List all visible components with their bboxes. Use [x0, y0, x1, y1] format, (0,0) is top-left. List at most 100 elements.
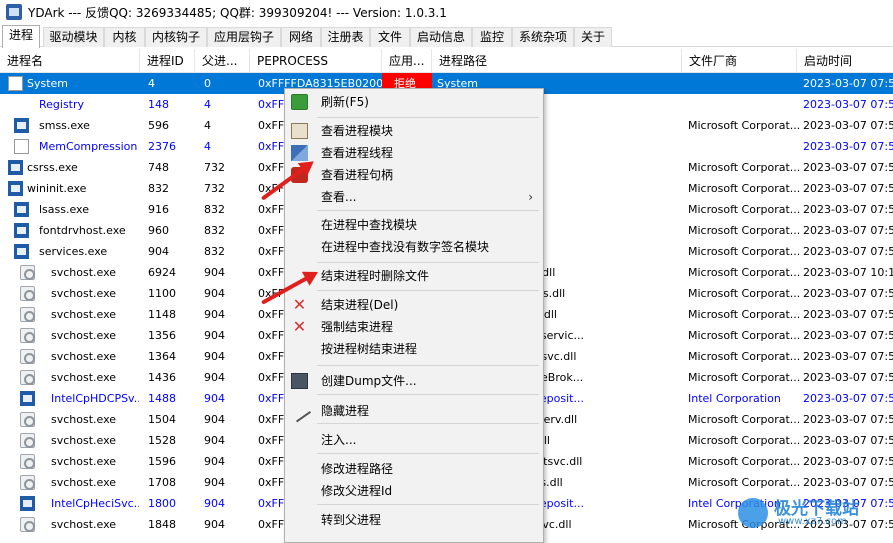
cell-pid: 916 — [148, 203, 169, 216]
menu-item-label: 在进程中查找模块 — [321, 218, 418, 232]
cell-name: services.exe — [39, 245, 108, 258]
cell-pid: 1356 — [148, 329, 176, 342]
menu-separator — [317, 504, 539, 505]
menu-item-15[interactable]: 修改父进程Id — [285, 480, 543, 502]
menu-item-label: 隐藏进程 — [321, 404, 370, 418]
watermark-logo-icon — [738, 498, 768, 528]
cell-name: System — [27, 77, 69, 90]
tab-kernel[interactable]: 内核 — [104, 27, 145, 47]
doc-icon — [14, 139, 29, 154]
cell-time: 2023-03-07 07:56: — [803, 98, 893, 111]
cell-name: svchost.exe — [51, 329, 117, 342]
col-access[interactable]: 应用... — [382, 49, 432, 73]
tab-file[interactable]: 文件 — [370, 27, 410, 47]
cell-ppid: 832 — [204, 245, 225, 258]
cell-time: 2023-03-07 10:18: — [803, 266, 893, 279]
cell-time: 2023-03-07 07:56: — [803, 434, 893, 447]
exe-icon — [8, 181, 23, 196]
exe-icon — [14, 202, 29, 217]
cell-ppid: 904 — [204, 329, 225, 342]
menu-separator — [317, 423, 539, 424]
cell-pid: 2376 — [148, 140, 176, 153]
cell-time: 2023-03-07 07:56: — [803, 224, 893, 237]
cell-name: lsass.exe — [39, 203, 89, 216]
menu-item-2[interactable]: 查看进程线程 — [285, 142, 543, 164]
menu-item-14[interactable]: 修改进程路径 — [285, 458, 543, 480]
cell-time: 2023-03-07 07:56: — [803, 308, 893, 321]
menu-separator — [317, 365, 539, 366]
cell-time: 2023-03-07 07:56: — [803, 182, 893, 195]
service-icon — [20, 454, 35, 469]
menu-item-1[interactable]: 查看进程模块 — [285, 120, 543, 142]
tab-network[interactable]: 网络 — [281, 27, 321, 47]
cell-pid: 1848 — [148, 518, 176, 531]
col-vendor[interactable]: 文件厂商 — [682, 49, 797, 73]
cell-ppid: 0 — [204, 77, 211, 90]
cell-ppid: 904 — [204, 308, 225, 321]
cell-name: IntelCpHDCPSv... — [51, 392, 139, 405]
menu-separator — [317, 117, 539, 118]
cell-vendor: Microsoft Corporat... — [688, 329, 801, 342]
col-ppid[interactable]: 父进... — [195, 49, 250, 73]
cell-ppid: 904 — [204, 350, 225, 363]
cell-vendor: Microsoft Corporat... — [688, 287, 801, 300]
cell-ppid: 904 — [204, 266, 225, 279]
tab-driver-modules[interactable]: 驱动模块 — [43, 27, 104, 47]
cell-time: 2023-03-07 07:56: — [803, 287, 893, 300]
tab-registry[interactable]: 注册表 — [321, 27, 370, 47]
menu-item-6[interactable]: 在进程中查找没有数字签名模块 — [285, 236, 543, 258]
menu-item-0[interactable]: 刷新(F5) — [285, 91, 543, 113]
cell-ppid: 732 — [204, 182, 225, 195]
menu-item-13[interactable]: 注入... — [285, 429, 543, 451]
cell-ppid: 904 — [204, 371, 225, 384]
cell-vendor: Microsoft Corporat... — [688, 224, 801, 237]
tab-monitor[interactable]: 监控 — [472, 27, 512, 47]
tab-kernel-hooks[interactable]: 内核钩子 — [145, 27, 207, 47]
cell-vendor: Microsoft Corporat... — [688, 182, 801, 195]
cell-time: 2023-03-07 07:56: — [803, 203, 893, 216]
app-logo-icon — [6, 4, 22, 20]
tab-process[interactable]: 进程 — [2, 25, 40, 48]
menu-item-3[interactable]: 查看进程句柄 — [285, 164, 543, 186]
context-menu: 刷新(F5) 查看进程模块 查看进程线程 查看进程句柄 查看... › 在进程中查找模块在进… — [284, 88, 544, 543]
service-icon — [20, 328, 35, 343]
tab-about[interactable]: 关于 — [574, 27, 612, 47]
cell-pid: 6924 — [148, 266, 176, 279]
col-start-time[interactable]: 启动时间 — [797, 49, 893, 73]
menu-item-4[interactable]: 查看... › — [285, 186, 543, 208]
menu-item-12[interactable]: 隐藏进程 — [285, 399, 543, 423]
cell-time: 2023-03-07 07:56: — [803, 140, 893, 153]
col-pid[interactable]: 进程ID — [140, 49, 195, 73]
col-path[interactable]: 进程路径 — [432, 49, 682, 73]
tab-app-hooks[interactable]: 应用层钩子 — [207, 27, 281, 47]
cell-vendor: Microsoft Corporat... — [688, 455, 801, 468]
tab-startup[interactable]: 启动信息 — [410, 27, 472, 47]
cell-ppid: 904 — [204, 392, 225, 405]
menu-item-7[interactable]: 结束进程时删除文件 — [285, 265, 543, 287]
service-icon — [20, 517, 35, 532]
service-icon — [20, 412, 35, 427]
menu-separator — [317, 394, 539, 395]
cell-time: 2023-03-07 07:56: — [803, 245, 893, 258]
menu-item-label: 修改进程路径 — [321, 462, 394, 476]
menu-item-label: 查看... — [321, 190, 357, 204]
menu-item-11[interactable]: 创建Dump文件... — [285, 370, 543, 392]
cell-ppid: 4 — [204, 98, 211, 111]
menu-item-8[interactable]: ✕ 结束进程(Del) — [285, 294, 543, 316]
menu-item-16[interactable]: 转到父进程 — [285, 509, 543, 531]
menu-item-label: 刷新(F5) — [321, 95, 369, 109]
col-process-name[interactable]: 进程名 — [0, 49, 140, 73]
cell-name: svchost.exe — [51, 434, 117, 447]
exe-icon — [14, 118, 29, 133]
tab-system-misc[interactable]: 系统杂项 — [512, 27, 574, 47]
cell-time: 2023-03-07 07:56: — [803, 413, 893, 426]
menu-item-5[interactable]: 在进程中查找模块 — [285, 214, 543, 236]
menu-item-9[interactable]: ✕ 强制结束进程 — [285, 316, 543, 338]
col-peprocess[interactable]: PEPROCESS — [250, 49, 382, 73]
cell-vendor: Microsoft Corporat... — [688, 161, 801, 174]
cell-pid: 4 — [148, 77, 155, 90]
menu-separator — [317, 262, 539, 263]
menu-item-10[interactable]: 按进程树结束进程 — [285, 338, 543, 360]
exe-icon — [20, 391, 35, 406]
cell-pid: 1488 — [148, 392, 176, 405]
